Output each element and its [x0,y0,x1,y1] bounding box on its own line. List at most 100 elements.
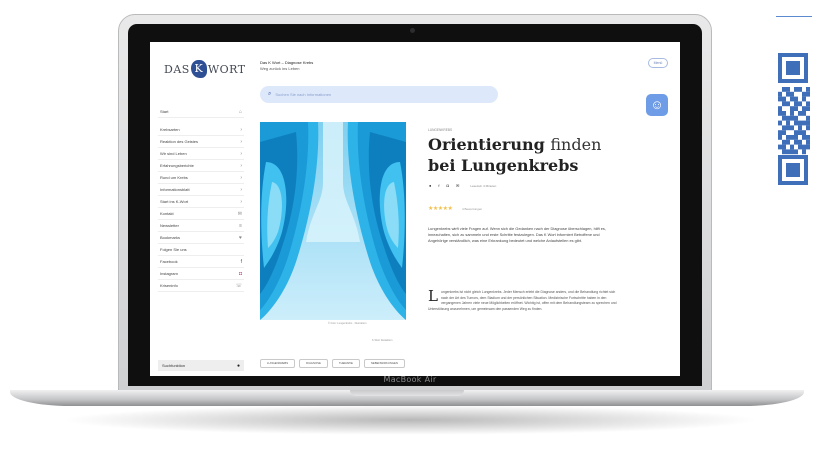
chevron-right-icon: › [240,150,242,157]
sidebar-item-label: Erfahrungsberichte [160,163,194,168]
sidebar-item[interactable]: Rund um Krebs › [158,172,244,184]
article-body-text: ungenkrebs ist nicht gleich Lungenkrebs.… [428,290,617,311]
chevron-right-icon: › [240,126,242,133]
logo-k-badge: K [190,60,207,78]
social-link[interactable]: Kriseninfo ☏ [158,280,244,292]
sidebar-item-label: Bookmarks [160,235,181,240]
title-part-3: bei Lungenkrebs [428,156,579,175]
laptop-model-label: MacBook Air [383,375,437,384]
social-link-label: Kriseninfo [160,283,178,288]
sidebar-item[interactable]: Kontakt ✉ [158,208,244,220]
qr-module [778,135,782,140]
qr-module [782,111,786,116]
title-part-1: Orientierung [428,135,545,154]
qr-module [778,91,782,97]
sidebar-item[interactable]: Erfahrungsberichte › [158,160,244,172]
social-link[interactable]: Facebook f [158,256,244,268]
qr-module [790,106,794,111]
logo-text-right: WORT [207,62,246,76]
social-link[interactable]: Instagram ◘ [158,268,244,280]
qr-module [786,101,790,107]
menu-button[interactable]: Menü [648,58,668,68]
search-bar[interactable]: ⌕ Suchen Sie nach Informationen [260,86,498,103]
qr-module [802,130,806,135]
hero-illustration-lungs [260,122,406,320]
qr-module [782,144,786,150]
qr-module [802,96,806,102]
qr-module [790,115,794,121]
sidebar-item-label: Informationsblatt [160,187,190,192]
qr-module [778,111,782,116]
chevron-right-icon: › [240,162,242,169]
qr-module [782,115,786,121]
laptop-opening-notch [350,390,464,396]
qr-module [794,120,798,126]
header-subtitle: Weg zurück ins Leben [260,66,300,71]
sidebar-item[interactable]: Wir sind Leben › [158,148,244,160]
chevron-right-icon: › [240,186,242,193]
qr-module [798,101,802,107]
sidebar-search-footer[interactable]: Suchfunktion ● [158,360,244,371]
qr-module [798,87,802,92]
qr-module [782,101,786,107]
qr-module [794,139,798,145]
drop-cap: L [428,287,438,305]
instagram-icon[interactable]: ◘ [447,183,449,188]
sidebar-item[interactable]: Reaktion des Geistes › [158,136,244,148]
star-rating[interactable]: ★★★★★ [428,205,453,212]
qr-module [806,87,810,92]
newsletter-icon: ≡ [239,222,242,229]
qr-module [798,139,802,145]
site-logo[interactable]: DAS K WORT [164,60,246,78]
qr-module [798,111,802,116]
sidebar-footer-label: Suchfunktion [162,363,186,368]
mail-icon[interactable]: ✉ [456,183,459,188]
qr-module [790,144,794,150]
sidebar-item[interactable]: Bookmarks ♥ [158,232,244,244]
social-link-label: Facebook [160,259,178,264]
sidebar-item[interactable]: Newsletter ≡ [158,220,244,232]
accessibility-icon[interactable]: ☺ [646,94,668,116]
qr-module [794,130,798,135]
qr-module [778,106,782,111]
facebook-icon[interactable]: f [438,183,439,188]
qr-module [790,96,794,102]
qr-module [802,149,806,155]
sidebar-item-label: Start ins K-Wort [160,199,189,204]
qr-module [802,120,806,126]
qr-module [802,106,806,111]
image-credit: K-Wort Redaktion [372,339,393,342]
sidebar-item[interactable]: Start ins K-Wort › [158,196,244,208]
article-kicker: LUNGENKREBS [428,128,453,132]
qr-module [786,115,790,121]
social-link-label: Instagram [160,271,178,276]
qr-module [778,144,782,150]
sidebar-item[interactable]: Krebsarten › [158,124,244,136]
chevron-right-icon: › [240,174,242,181]
tag-chip[interactable]: LUNGENKREBS [260,359,296,368]
tag-chip[interactable]: NEBENWIRKUNGEN [363,359,405,368]
qr-module [778,96,782,102]
sidebar-item[interactable]: Informationsblatt › [158,184,244,196]
article-intro: Lungenkrebs wirft viele Fragen auf. Wenn… [428,226,606,244]
laptop-shadow [60,405,760,435]
tag-list: LUNGENKREBS DIAGNOSE THERAPIE NEBENWIRKUNGE… [260,359,405,368]
qr-module [806,120,810,126]
facebook-icon: f [240,258,242,265]
qr-module [802,144,806,150]
reading-time: Lesezeit: 4 Minuten [470,183,497,188]
qr-module [806,139,810,145]
sidebar-item[interactable]: Start ⌂ [158,106,244,118]
chevron-right-icon: › [240,138,242,145]
tag-chip[interactable]: THERAPIE [331,359,360,368]
sidebar-item-label: Rund um Krebs [160,175,188,180]
tag-chip[interactable]: DIAGNOSE [299,359,328,368]
qr-module [806,91,810,97]
qr-module [806,101,810,107]
print-icon[interactable]: ● [429,183,431,188]
qr-module [798,130,802,135]
browser-screen: DAS K WORT Das K Wort – Diagnose Krebs W… [150,42,680,376]
qr-module [778,120,782,126]
qr-module [794,135,798,140]
webcam [410,28,415,33]
